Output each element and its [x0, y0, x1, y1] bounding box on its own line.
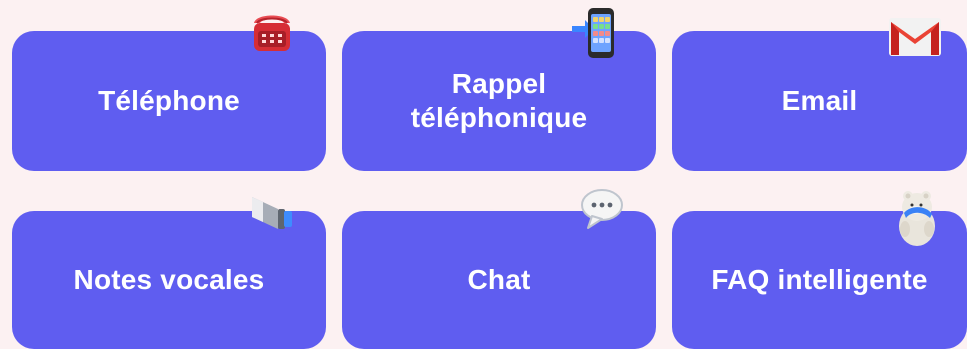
- card-label-faq-intelligente: FAQ intelligente: [711, 264, 928, 295]
- card-notes-vocales[interactable]: Notes vocales: [12, 197, 326, 349]
- telephone-icon: [248, 7, 296, 55]
- card-label-telephone: Téléphone: [98, 85, 240, 116]
- card-email[interactable]: Email: [672, 18, 967, 171]
- polar-bear-icon: [892, 183, 944, 249]
- mobile-callback-icon: [570, 7, 620, 59]
- gmail-icon: [888, 17, 942, 57]
- megaphone-icon: [248, 187, 296, 235]
- channel-grid: Téléphone Rappel téléphonique Email Note…: [0, 0, 967, 349]
- card-label-notes-vocales: Notes vocales: [73, 264, 265, 295]
- card-label-rappel-telephonique: Rappel téléphonique: [410, 68, 588, 133]
- card-label-email: Email: [781, 85, 858, 116]
- card-telephone[interactable]: Téléphone: [12, 15, 326, 171]
- card-label-chat: Chat: [467, 264, 531, 295]
- card-faq-intelligente[interactable]: FAQ intelligente: [672, 191, 967, 349]
- card-chat[interactable]: Chat: [342, 189, 656, 349]
- card-rappel-telephonique[interactable]: Rappel téléphonique: [342, 8, 656, 171]
- speech-bubble-icon: [578, 185, 626, 233]
